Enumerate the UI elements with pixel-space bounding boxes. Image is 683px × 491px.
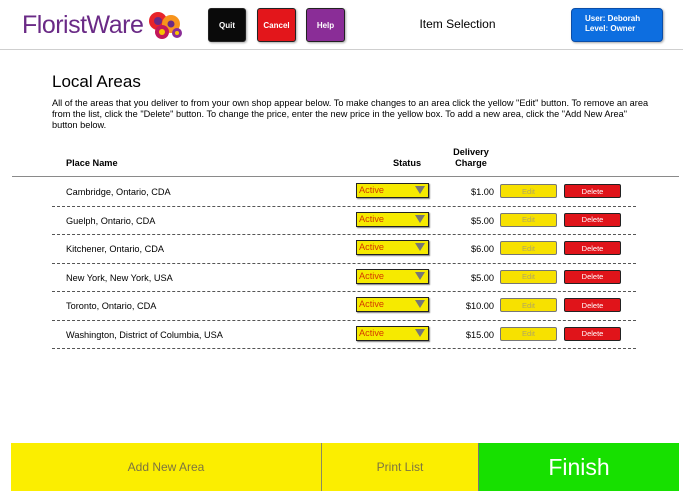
flowers-icon [147, 10, 185, 40]
delete-button[interactable]: Delete [564, 298, 621, 312]
edit-button[interactable]: Edit [500, 326, 557, 341]
edit-button[interactable]: Edit [500, 212, 557, 227]
quit-button[interactable]: Quit [208, 8, 246, 42]
table-row: Guelph, Ontario, CDA Active $5.00 Edit D… [52, 207, 636, 235]
areas-table: Cambridge, Ontario, CDA Active $1.00 Edi… [52, 178, 636, 349]
place-name: Toronto, Ontario, CDA [66, 301, 157, 311]
page-heading: Item Selection [419, 17, 496, 31]
place-name: Washington, District of Columbia, USA [66, 329, 223, 340]
add-new-area-button[interactable]: Add New Area [11, 443, 322, 491]
delivery-charge: $10.00 [465, 301, 494, 311]
delete-button[interactable]: Delete [564, 269, 621, 284]
column-header-delivery-line1: Delivery [453, 147, 489, 157]
status-dropdown[interactable]: Active [356, 240, 429, 255]
place-name: Kitchener, Ontario, CDA [66, 244, 165, 254]
status-dropdown[interactable]: Active [356, 183, 429, 198]
place-name: Cambridge, Ontario, CDA [66, 187, 171, 197]
cancel-button[interactable]: Cancel [257, 8, 296, 42]
floristware-logo: FloristWare [22, 10, 185, 40]
delivery-charge: $1.00 [471, 187, 494, 197]
delivery-charge: $15.00 [465, 329, 494, 340]
chevron-down-icon [415, 300, 425, 308]
chevron-down-icon [415, 214, 425, 223]
help-button[interactable]: Help [306, 8, 345, 42]
chevron-down-icon [415, 243, 425, 251]
column-header-delivery-line2: Charge [455, 158, 487, 168]
instructions-text: All of the areas that you deliver to fro… [52, 98, 649, 130]
footer-bar: Add New Area Print List Finish [11, 443, 679, 491]
page-title: Local Areas [52, 72, 141, 91]
column-header-place: Place Name [66, 158, 118, 168]
column-header-delivery-charge: Delivery Charge [440, 147, 502, 169]
status-dropdown[interactable]: Active [356, 268, 429, 284]
delete-button[interactable]: Delete [564, 184, 621, 198]
chevron-down-icon [415, 271, 425, 280]
print-list-button[interactable]: Print List [322, 443, 479, 491]
edit-button[interactable]: Edit [500, 184, 557, 198]
user-info-box[interactable]: User: Deborah Level: Owner [571, 8, 663, 42]
status-dropdown[interactable]: Active [356, 211, 429, 227]
status-value: Active [359, 299, 385, 309]
delete-button[interactable]: Delete [564, 241, 621, 255]
edit-button[interactable]: Edit [500, 298, 557, 312]
place-name: New York, New York, USA [66, 272, 173, 283]
user-name: User: Deborah [585, 14, 641, 23]
table-row: Toronto, Ontario, CDA Active $10.00 Edit… [52, 292, 636, 321]
status-value: Active [359, 213, 385, 224]
table-row: Cambridge, Ontario, CDA Active $1.00 Edi… [52, 178, 636, 207]
header-divider [12, 176, 679, 177]
edit-button[interactable]: Edit [500, 269, 557, 284]
header-bar: FloristWare Quit Cancel Help Item Select… [0, 0, 683, 50]
status-value: Active [359, 185, 385, 195]
finish-button[interactable]: Finish [479, 443, 679, 491]
table-row: Washington, District of Columbia, USA Ac… [52, 321, 636, 349]
status-value: Active [359, 270, 385, 281]
chevron-down-icon [415, 186, 425, 194]
table-row: Kitchener, Ontario, CDA Active $6.00 Edi… [52, 235, 636, 264]
status-dropdown[interactable]: Active [356, 325, 429, 341]
status-dropdown[interactable]: Active [356, 297, 429, 312]
column-header-status: Status [393, 158, 422, 168]
status-value: Active [359, 242, 385, 252]
delete-button[interactable]: Delete [564, 326, 621, 341]
delivery-charge: $6.00 [471, 244, 494, 254]
user-level: Level: Owner [585, 24, 636, 33]
logo-text: FloristWare [22, 10, 144, 39]
table-row: New York, New York, USA Active $5.00 Edi… [52, 264, 636, 292]
delivery-charge: $5.00 [471, 215, 494, 226]
delete-button[interactable]: Delete [564, 212, 621, 227]
delivery-charge: $5.00 [471, 272, 494, 283]
chevron-down-icon [415, 328, 425, 337]
place-name: Guelph, Ontario, CDA [66, 215, 156, 226]
edit-button[interactable]: Edit [500, 241, 557, 255]
status-value: Active [359, 327, 385, 338]
